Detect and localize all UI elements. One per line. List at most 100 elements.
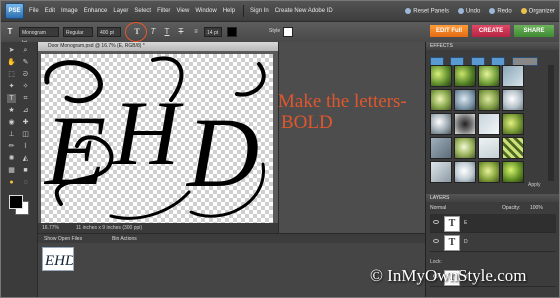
style-swatch[interactable] <box>283 27 293 37</box>
lasso-tool-icon[interactable]: ᘐ <box>21 70 30 79</box>
cookie-cutter-tool-icon[interactable]: ★ <box>7 106 16 115</box>
effects-scrollbar[interactable] <box>548 65 554 181</box>
move-tool-icon[interactable]: ➤ <box>7 46 16 55</box>
effects-grid <box>430 65 526 183</box>
eraser-tool-icon[interactable]: ◫ <box>21 130 30 139</box>
effect-thumbnail[interactable] <box>478 65 500 87</box>
app-window: PSE File Edit Image Enhance Layer Select… <box>0 0 560 298</box>
effect-thumbnail[interactable] <box>502 161 524 183</box>
blur-tool-icon[interactable]: ● <box>7 178 16 187</box>
gradient-tool-icon[interactable]: ▦ <box>7 166 16 175</box>
effect-thumbnail[interactable] <box>454 65 476 87</box>
effect-thumbnail[interactable] <box>454 89 476 111</box>
create-button[interactable]: CREATE <box>472 25 510 37</box>
marquee-tool-icon[interactable]: ⬚ <box>7 70 16 79</box>
reset-panels-button[interactable]: Reset Panels <box>405 7 449 14</box>
brush-tool-icon[interactable]: ⌇ <box>21 142 30 151</box>
menu-filter[interactable]: Filter <box>157 8 170 14</box>
align-left-icon[interactable]: ≡ <box>190 26 202 38</box>
effect-thumbnail[interactable] <box>502 113 524 135</box>
layers-panel-header[interactable]: LAYERS <box>426 194 559 202</box>
magic-wand-tool-icon[interactable]: ✦ <box>7 82 16 91</box>
share-button[interactable]: SHARE <box>514 25 554 37</box>
menu-edit[interactable]: Edit <box>45 8 55 14</box>
watermark: © InMyOwnStyle.com <box>370 266 527 285</box>
menu-window[interactable]: Window <box>195 8 216 14</box>
organizer-button[interactable]: Organizer <box>520 7 555 14</box>
menu-help[interactable]: Help <box>223 8 235 14</box>
eye-icon[interactable] <box>433 239 439 243</box>
effect-thumbnail[interactable] <box>430 161 452 183</box>
effect-thumbnail[interactable] <box>478 113 500 135</box>
leading-select[interactable]: 14 pt <box>204 27 222 37</box>
foreground-color-swatch[interactable] <box>9 195 23 209</box>
document-window: Door Monogram.psd @ 16.7% (E, RGB/8) * E… <box>38 42 279 233</box>
hand-tool-icon[interactable]: ✋ <box>7 58 16 67</box>
blend-mode-select[interactable]: Normal <box>430 205 446 211</box>
document-canvas[interactable]: E H D <box>41 54 273 223</box>
menu-file[interactable]: File <box>29 8 39 14</box>
effect-thumbnail[interactable] <box>454 113 476 135</box>
project-bin: EHD <box>38 243 425 297</box>
eye-icon[interactable] <box>433 220 439 224</box>
menu-view[interactable]: View <box>176 8 189 14</box>
font-style-select[interactable]: Regular <box>63 27 93 37</box>
paint-bucket-tool-icon[interactable]: ◭ <box>21 154 30 163</box>
effect-thumbnail[interactable] <box>502 65 524 87</box>
menu-select[interactable]: Select <box>134 8 151 14</box>
healing-brush-tool-icon[interactable]: ✚ <box>21 118 30 127</box>
menu-layer[interactable]: Layer <box>113 8 128 14</box>
clone-stamp-tool-icon[interactable]: ⊥ <box>7 130 16 139</box>
effect-thumbnail[interactable] <box>430 65 452 87</box>
document-tab[interactable]: Door Monogram.psd @ 16.7% (E, RGB/8) * <box>38 42 278 51</box>
opacity-value[interactable]: 100% <box>530 204 543 213</box>
crop-tool-icon[interactable]: ⌗ <box>21 94 30 103</box>
faux-italic-button[interactable]: T <box>147 26 159 38</box>
eyedropper-tool-icon[interactable]: ✎ <box>21 58 30 67</box>
layer-row[interactable]: T E <box>430 214 556 233</box>
document-thumbnail[interactable]: EHD <box>42 247 76 271</box>
effect-thumbnail[interactable] <box>478 137 500 159</box>
reset-panels-icon <box>405 7 412 14</box>
sign-in-link[interactable]: Sign In <box>250 8 269 14</box>
zoom-readout[interactable]: 16.77% <box>42 223 59 233</box>
redo-button[interactable]: Redo <box>489 7 512 14</box>
monogram-artwork: E H D <box>43 56 266 220</box>
sponge-tool-icon[interactable]: ◌ <box>21 178 30 187</box>
menu-enhance[interactable]: Enhance <box>84 8 108 14</box>
effect-thumbnail[interactable] <box>430 89 452 111</box>
edit-full-button[interactable]: EDIT Full <box>430 25 468 37</box>
shape-tool-icon[interactable]: ■ <box>21 166 30 175</box>
strikethrough-button[interactable]: T <box>175 26 187 38</box>
effect-thumbnail[interactable] <box>502 89 524 111</box>
layer-name: D <box>464 239 468 245</box>
effect-thumbnail[interactable] <box>502 137 524 159</box>
layer-row[interactable]: T D <box>430 233 556 252</box>
type-tool-icon[interactable]: T <box>7 94 16 103</box>
effect-thumbnail[interactable] <box>478 161 500 183</box>
zoom-tool-icon[interactable]: ⌕ <box>21 46 30 55</box>
lock-label: Lock: <box>430 259 442 265</box>
effects-apply-button[interactable]: Apply <box>528 182 541 188</box>
text-color-swatch[interactable] <box>227 27 237 37</box>
menu-image[interactable]: Image <box>61 8 78 14</box>
straighten-tool-icon[interactable]: ⊿ <box>21 106 30 115</box>
organizer-icon <box>520 7 527 14</box>
effect-thumbnail[interactable] <box>454 161 476 183</box>
type-tool-icon: T <box>7 27 13 36</box>
font-size-select[interactable]: 400 pt <box>97 27 121 37</box>
undo-button[interactable]: Undo <box>457 7 480 14</box>
effect-thumbnail[interactable] <box>454 137 476 159</box>
font-family-select[interactable]: Monogram Ini... <box>19 27 59 46</box>
effect-thumbnail[interactable] <box>430 113 452 135</box>
create-adobe-id-link[interactable]: Create New Adobe ID <box>275 8 333 14</box>
effects-panel-header[interactable]: EFFECTS <box>426 42 559 50</box>
selection-brush-tool-icon[interactable]: ✧ <box>21 82 30 91</box>
pencil-tool-icon[interactable]: ✏ <box>7 142 16 151</box>
red-eye-tool-icon[interactable]: ◉ <box>7 118 16 127</box>
effect-thumbnail[interactable] <box>430 137 452 159</box>
underline-button[interactable]: T <box>161 26 173 38</box>
effect-thumbnail[interactable] <box>478 89 500 111</box>
thumbnail-monogram: EHD <box>44 253 76 269</box>
smart-brush-tool-icon[interactable]: ✺ <box>7 154 16 163</box>
